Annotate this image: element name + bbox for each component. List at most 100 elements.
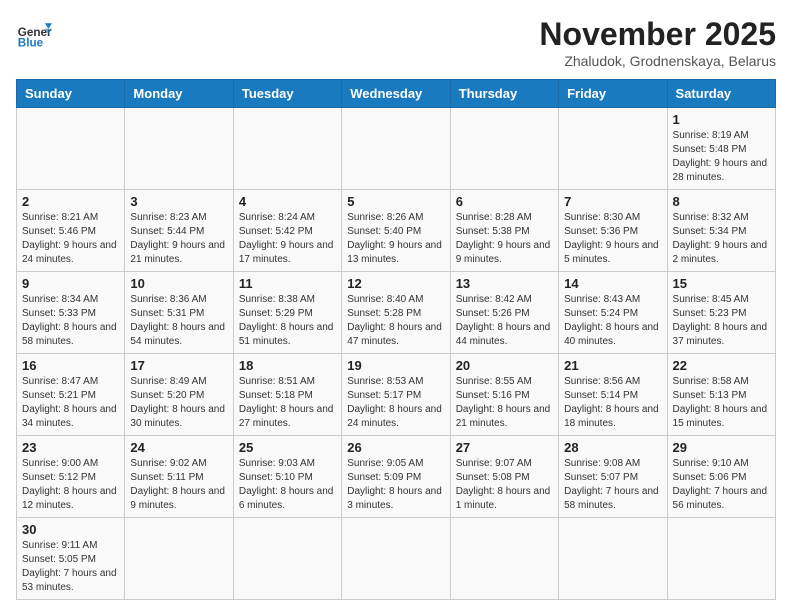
day-number: 17: [130, 358, 227, 373]
calendar-cell: 10 Sunrise: 8:36 AM Sunset: 5:31 PM Dayli…: [125, 272, 233, 354]
calendar-cell: 15Sunrise: 8:45 AM Sunset: 5:23 PM Dayli…: [667, 272, 775, 354]
weekday-header-friday: Friday: [559, 80, 667, 108]
day-number: 8: [673, 194, 770, 209]
svg-text:Blue: Blue: [18, 37, 44, 50]
day-info: Sunrise: 8:26 AM Sunset: 5:40 PM Dayligh…: [347, 211, 444, 267]
day-info: Sunrise: 9:07 AM Sunset: 5:08 PM Dayligh…: [456, 457, 553, 513]
logo-icon: General Blue: [16, 16, 52, 52]
day-info: Sunrise: 8:30 AM Sunset: 5:36 PM Dayligh…: [564, 211, 661, 267]
calendar-cell: 16Sunrise: 8:47 AM Sunset: 5:21 PM Dayli…: [17, 354, 125, 436]
calendar-cell: [342, 518, 450, 600]
calendar-cell: 30 Sunrise: 9:11 AM Sunset: 5:05 PM Dayli…: [17, 518, 125, 600]
day-info: Sunrise: 8:55 AM Sunset: 5:16 PM Dayligh…: [456, 375, 553, 431]
day-number: 21: [564, 358, 661, 373]
calendar-cell: 25Sunrise: 9:03 AM Sunset: 5:10 PM Dayli…: [233, 436, 341, 518]
day-info: Sunrise: 8:21 AM Sunset: 5:46 PM Dayligh…: [22, 211, 119, 267]
week-row-4: 16Sunrise: 8:47 AM Sunset: 5:21 PM Dayli…: [17, 354, 776, 436]
day-info: Sunrise: 8:24 AM Sunset: 5:42 PM Dayligh…: [239, 211, 336, 267]
calendar-cell: 7 Sunrise: 8:30 AM Sunset: 5:36 PM Daylig…: [559, 190, 667, 272]
day-number: 23: [22, 440, 119, 455]
page-header: General Blue November 2025 Zhaludok, Gro…: [16, 16, 776, 69]
weekday-header-saturday: Saturday: [667, 80, 775, 108]
calendar-cell: 13Sunrise: 8:42 AM Sunset: 5:26 PM Dayli…: [450, 272, 558, 354]
day-number: 22: [673, 358, 770, 373]
weekday-header-monday: Monday: [125, 80, 233, 108]
day-number: 19: [347, 358, 444, 373]
week-row-2: 2 Sunrise: 8:21 AM Sunset: 5:46 PM Daylig…: [17, 190, 776, 272]
calendar-cell: 21 Sunrise: 8:56 AM Sunset: 5:14 PM Dayli…: [559, 354, 667, 436]
day-number: 9: [22, 276, 119, 291]
day-info: Sunrise: 9:10 AM Sunset: 5:06 PM Dayligh…: [673, 457, 770, 513]
calendar-cell: 22 Sunrise: 8:58 AM Sunset: 5:13 PM Dayli…: [667, 354, 775, 436]
calendar-cell: [125, 518, 233, 600]
day-number: 3: [130, 194, 227, 209]
calendar-cell: 19 Sunrise: 8:53 AM Sunset: 5:17 PM Dayli…: [342, 354, 450, 436]
day-info: Sunrise: 8:28 AM Sunset: 5:38 PM Dayligh…: [456, 211, 553, 267]
calendar-cell: [125, 108, 233, 190]
calendar-cell: 28 Sunrise: 9:08 AM Sunset: 5:07 PM Dayli…: [559, 436, 667, 518]
calendar-cell: 4Sunrise: 8:24 AM Sunset: 5:42 PM Daylig…: [233, 190, 341, 272]
day-number: 2: [22, 194, 119, 209]
calendar-cell: 20 Sunrise: 8:55 AM Sunset: 5:16 PM Dayli…: [450, 354, 558, 436]
day-info: Sunrise: 8:53 AM Sunset: 5:17 PM Dayligh…: [347, 375, 444, 431]
weekday-header-wednesday: Wednesday: [342, 80, 450, 108]
day-number: 12: [347, 276, 444, 291]
day-info: Sunrise: 9:03 AM Sunset: 5:10 PM Dayligh…: [239, 457, 336, 513]
day-info: Sunrise: 8:34 AM Sunset: 5:33 PM Dayligh…: [22, 293, 119, 349]
day-number: 20: [456, 358, 553, 373]
weekday-header-thursday: Thursday: [450, 80, 558, 108]
day-info: Sunrise: 8:23 AM Sunset: 5:44 PM Dayligh…: [130, 211, 227, 267]
day-number: 1: [673, 112, 770, 127]
calendar-cell: [17, 108, 125, 190]
day-info: Sunrise: 8:36 AM Sunset: 5:31 PM Dayligh…: [130, 293, 227, 349]
calendar-cell: 17 Sunrise: 8:49 AM Sunset: 5:20 PM Dayli…: [125, 354, 233, 436]
weekday-header-sunday: Sunday: [17, 80, 125, 108]
calendar-cell: 26 Sunrise: 9:05 AM Sunset: 5:09 PM Dayli…: [342, 436, 450, 518]
day-number: 11: [239, 276, 336, 291]
day-number: 24: [130, 440, 227, 455]
calendar-cell: [233, 108, 341, 190]
calendar-cell: [450, 108, 558, 190]
day-info: Sunrise: 8:40 AM Sunset: 5:28 PM Dayligh…: [347, 293, 444, 349]
week-row-6: 30 Sunrise: 9:11 AM Sunset: 5:05 PM Dayli…: [17, 518, 776, 600]
day-number: 18: [239, 358, 336, 373]
day-info: Sunrise: 9:08 AM Sunset: 5:07 PM Dayligh…: [564, 457, 661, 513]
location-subtitle: Zhaludok, Grodnenskaya, Belarus: [539, 53, 776, 69]
calendar-cell: 14Sunrise: 8:43 AM Sunset: 5:24 PM Dayli…: [559, 272, 667, 354]
calendar-cell: 11Sunrise: 8:38 AM Sunset: 5:29 PM Dayli…: [233, 272, 341, 354]
day-number: 7: [564, 194, 661, 209]
week-row-1: 1 Sunrise: 8:19 AM Sunset: 5:48 PM Daylig…: [17, 108, 776, 190]
calendar-cell: 24 Sunrise: 9:02 AM Sunset: 5:11 PM Dayli…: [125, 436, 233, 518]
calendar-table: SundayMondayTuesdayWednesdayThursdayFrid…: [16, 79, 776, 600]
calendar-cell: 2 Sunrise: 8:21 AM Sunset: 5:46 PM Daylig…: [17, 190, 125, 272]
day-number: 10: [130, 276, 227, 291]
day-number: 28: [564, 440, 661, 455]
calendar-cell: [559, 518, 667, 600]
calendar-cell: [342, 108, 450, 190]
weekday-header-tuesday: Tuesday: [233, 80, 341, 108]
day-info: Sunrise: 8:56 AM Sunset: 5:14 PM Dayligh…: [564, 375, 661, 431]
day-info: Sunrise: 8:49 AM Sunset: 5:20 PM Dayligh…: [130, 375, 227, 431]
day-info: Sunrise: 9:02 AM Sunset: 5:11 PM Dayligh…: [130, 457, 227, 513]
day-number: 30: [22, 522, 119, 537]
day-info: Sunrise: 9:05 AM Sunset: 5:09 PM Dayligh…: [347, 457, 444, 513]
day-info: Sunrise: 8:58 AM Sunset: 5:13 PM Dayligh…: [673, 375, 770, 431]
day-info: Sunrise: 8:19 AM Sunset: 5:48 PM Dayligh…: [673, 129, 770, 185]
day-info: Sunrise: 8:43 AM Sunset: 5:24 PM Dayligh…: [564, 293, 661, 349]
calendar-cell: 12 Sunrise: 8:40 AM Sunset: 5:28 PM Dayli…: [342, 272, 450, 354]
day-info: Sunrise: 8:47 AM Sunset: 5:21 PM Dayligh…: [22, 375, 119, 431]
logo: General Blue: [16, 16, 52, 52]
calendar-cell: [559, 108, 667, 190]
calendar-cell: 18Sunrise: 8:51 AM Sunset: 5:18 PM Dayli…: [233, 354, 341, 436]
calendar-cell: 23Sunrise: 9:00 AM Sunset: 5:12 PM Dayli…: [17, 436, 125, 518]
calendar-cell: 1 Sunrise: 8:19 AM Sunset: 5:48 PM Daylig…: [667, 108, 775, 190]
day-number: 15: [673, 276, 770, 291]
day-info: Sunrise: 9:11 AM Sunset: 5:05 PM Dayligh…: [22, 539, 119, 595]
title-block: November 2025 Zhaludok, Grodnenskaya, Be…: [539, 16, 776, 69]
week-row-5: 23Sunrise: 9:00 AM Sunset: 5:12 PM Dayli…: [17, 436, 776, 518]
day-number: 29: [673, 440, 770, 455]
day-number: 13: [456, 276, 553, 291]
month-title: November 2025: [539, 16, 776, 53]
day-number: 26: [347, 440, 444, 455]
weekday-header-row: SundayMondayTuesdayWednesdayThursdayFrid…: [17, 80, 776, 108]
